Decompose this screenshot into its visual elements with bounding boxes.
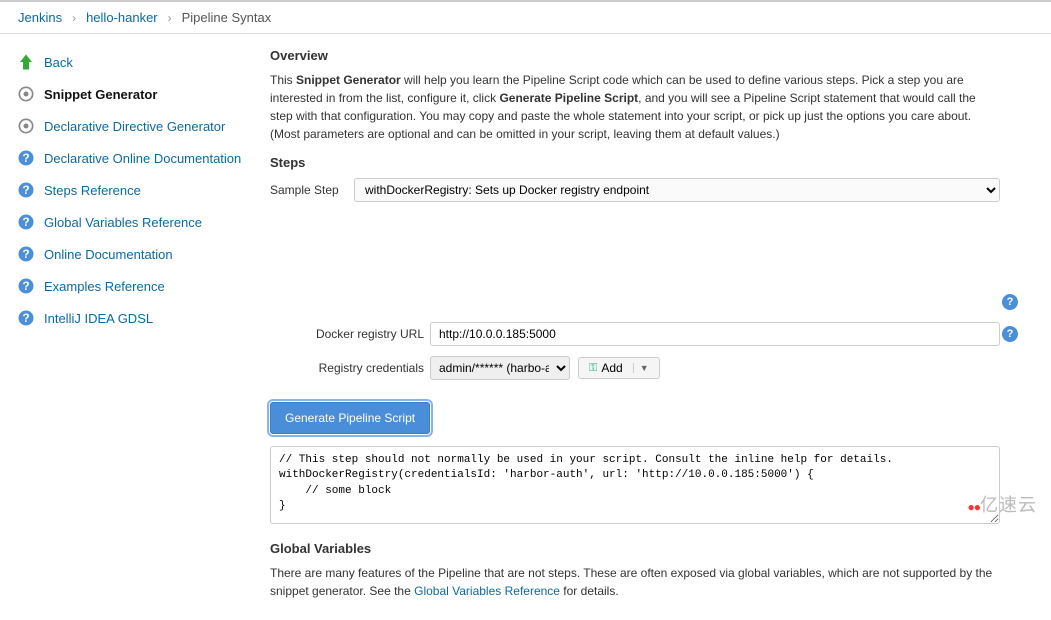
sample-step-select[interactable]: withDockerRegistry: Sets up Docker regis… xyxy=(354,178,1000,202)
sidebar-item-label: Global Variables Reference xyxy=(44,215,202,230)
svg-text:?: ? xyxy=(22,312,29,325)
help-icon[interactable]: ? xyxy=(1002,326,1018,342)
key-icon: ⚿ xyxy=(589,362,597,375)
watermark: ●●亿速云 xyxy=(968,491,1038,517)
generate-pipeline-script-button[interactable]: Generate Pipeline Script xyxy=(270,402,430,434)
svg-text:?: ? xyxy=(22,248,29,261)
docker-url-input[interactable] xyxy=(430,322,1000,346)
sidebar-item-label: Steps Reference xyxy=(44,183,141,198)
sidebar-item-snippet-generator[interactable]: Snippet Generator xyxy=(8,78,252,110)
help-icon: ? xyxy=(16,212,36,232)
overview-text: This Snippet Generator will help you lea… xyxy=(270,71,1000,143)
svg-text:?: ? xyxy=(22,280,29,293)
svg-text:?: ? xyxy=(22,152,29,165)
back-arrow-icon xyxy=(16,52,36,72)
svg-text:?: ? xyxy=(22,216,29,229)
steps-title: Steps xyxy=(270,155,1000,170)
sidebar-item-back[interactable]: Back xyxy=(8,46,252,78)
sidebar-item-label: Declarative Directive Generator xyxy=(44,119,225,134)
gear-icon xyxy=(16,84,36,104)
sample-step-label: Sample Step xyxy=(270,183,350,197)
docker-url-label: Docker registry URL xyxy=(270,327,430,341)
sidebar-item-label: Back xyxy=(44,55,73,70)
breadcrumb: Jenkins › hello-hanker › Pipeline Syntax xyxy=(0,0,1051,34)
add-credentials-button[interactable]: ⚿ Add ▼ xyxy=(578,357,660,379)
registry-cred-label: Registry credentials xyxy=(270,361,430,375)
breadcrumb-jenkins[interactable]: Jenkins xyxy=(18,10,62,25)
help-icon: ? xyxy=(16,180,36,200)
global-variables-text: There are many features of the Pipeline … xyxy=(270,564,1000,600)
help-icon: ? xyxy=(16,308,36,328)
sidebar-item-label: Examples Reference xyxy=(44,279,165,294)
registry-cred-select[interactable]: admin/****** (harbo-auth) xyxy=(430,356,570,380)
sidebar: Back Snippet Generator Declarative Direc… xyxy=(0,34,260,620)
pipeline-script-output[interactable]: // This step should not normally be used… xyxy=(270,446,1000,524)
help-icon[interactable]: ? xyxy=(1002,294,1018,310)
sidebar-item-global-vars-ref[interactable]: ? Global Variables Reference xyxy=(8,206,252,238)
global-variables-title: Global Variables xyxy=(270,541,1000,556)
sidebar-item-declarative-docs[interactable]: ? Declarative Online Documentation xyxy=(8,142,252,174)
svg-text:?: ? xyxy=(22,184,29,197)
sidebar-item-intellij-gdsl[interactable]: ? IntelliJ IDEA GDSL xyxy=(8,302,252,334)
sidebar-item-examples-ref[interactable]: ? Examples Reference xyxy=(8,270,252,302)
chevron-down-icon: ▼ xyxy=(633,363,649,373)
breadcrumb-current: Pipeline Syntax xyxy=(182,10,272,25)
help-icon: ? xyxy=(16,148,36,168)
gear-icon xyxy=(16,116,36,136)
main-content: Overview This Snippet Generator will hel… xyxy=(260,34,1020,620)
sidebar-item-label: Snippet Generator xyxy=(44,87,157,102)
sidebar-item-declarative-directive[interactable]: Declarative Directive Generator xyxy=(8,110,252,142)
chevron-right-icon: › xyxy=(164,11,176,25)
sidebar-item-steps-reference[interactable]: ? Steps Reference xyxy=(8,174,252,206)
sidebar-item-online-docs[interactable]: ? Online Documentation xyxy=(8,238,252,270)
chevron-right-icon: › xyxy=(68,11,80,25)
help-icon: ? xyxy=(16,244,36,264)
sidebar-item-label: Online Documentation xyxy=(44,247,173,262)
sidebar-item-label: Declarative Online Documentation xyxy=(44,151,241,166)
global-variables-reference-link[interactable]: Global Variables Reference xyxy=(414,584,560,598)
overview-title: Overview xyxy=(270,48,1000,63)
breadcrumb-project[interactable]: hello-hanker xyxy=(86,10,158,25)
sidebar-item-label: IntelliJ IDEA GDSL xyxy=(44,311,153,326)
help-icon: ? xyxy=(16,276,36,296)
